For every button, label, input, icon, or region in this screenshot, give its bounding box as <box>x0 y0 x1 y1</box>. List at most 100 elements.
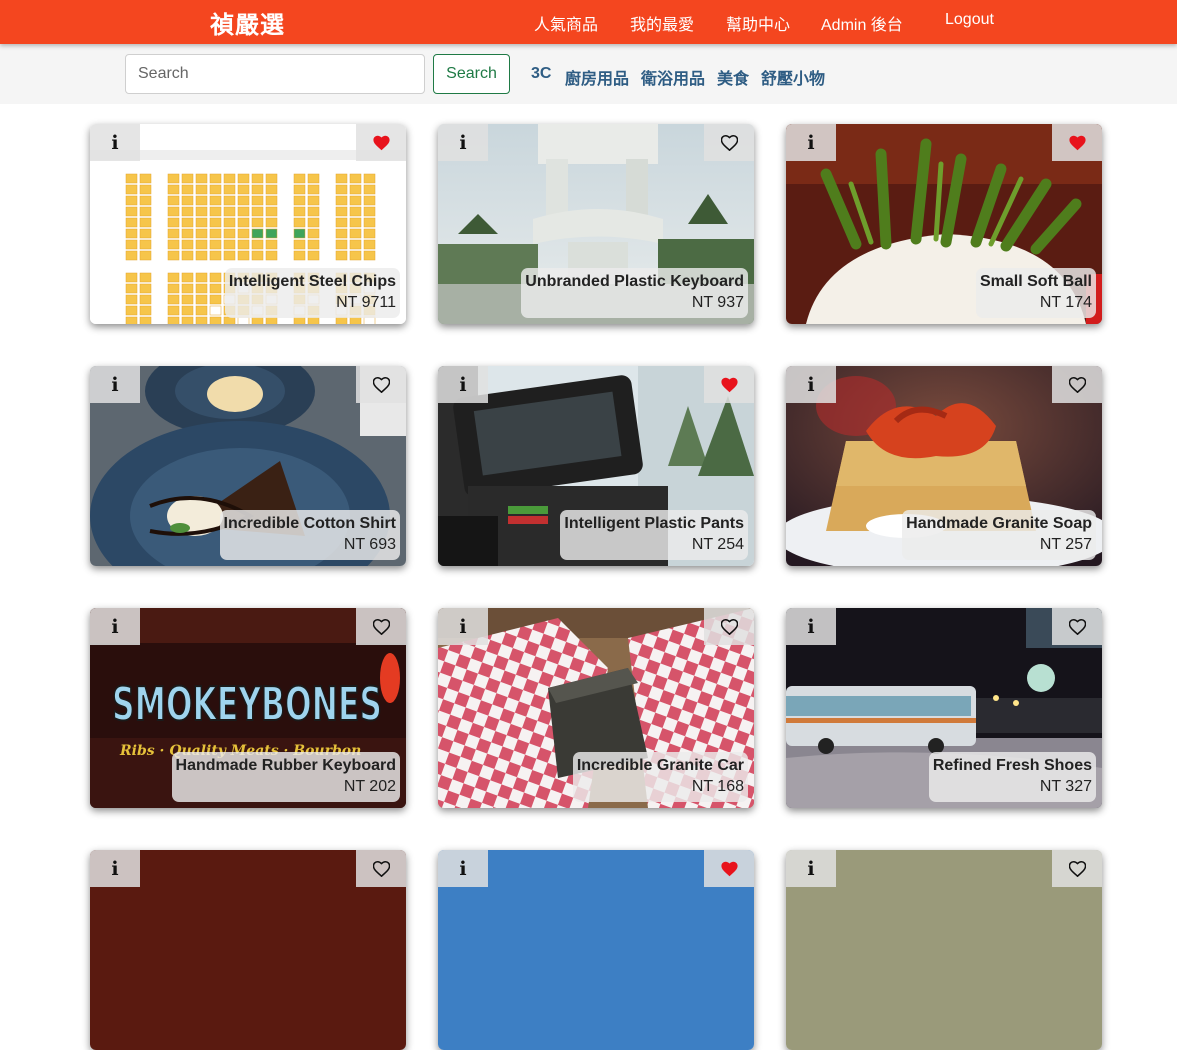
info-button[interactable]: i <box>90 124 140 161</box>
favorite-button[interactable] <box>704 366 754 403</box>
category-link-kitchen[interactable]: 廚房用品 <box>565 65 629 89</box>
seat-cell <box>335 228 348 239</box>
info-button[interactable]: i <box>786 124 836 161</box>
seat-cell <box>195 250 208 261</box>
product-card[interactable]: SMOKEYBONES Ribs · Quality Meats · Bourb… <box>90 608 406 808</box>
seat-cell <box>363 184 376 195</box>
seat-cell <box>209 206 222 217</box>
seat-cell <box>125 239 138 250</box>
favorite-button[interactable] <box>356 608 406 645</box>
search-input[interactable] <box>125 54 425 94</box>
favorite-button[interactable] <box>1052 124 1102 161</box>
seat-cell <box>349 316 362 324</box>
product-card[interactable]: i Incredible Granite Car NT 168 <box>438 608 754 808</box>
seat-cell <box>181 239 194 250</box>
product-card[interactable]: i Intelligent Plastic Pants NT 254 <box>438 366 754 566</box>
heart-filled-icon <box>1068 135 1086 150</box>
seat-cell <box>209 316 222 324</box>
seat-cell <box>139 206 152 217</box>
seat-cell <box>167 195 180 206</box>
seat-cell <box>363 206 376 217</box>
brand-logo[interactable]: 禎嚴選 <box>210 5 285 40</box>
info-button[interactable]: i <box>438 608 488 645</box>
seat-cell <box>307 173 320 184</box>
product-card[interactable]: i Refined Fresh Shoes NT 327 <box>786 608 1102 808</box>
seat-cell <box>363 195 376 206</box>
favorite-button[interactable] <box>356 366 406 403</box>
seat-cell <box>335 250 348 261</box>
top-navbar: 禎嚴選 人氣商品 我的最愛 幫助中心 Admin 後台 Logout <box>0 0 1177 44</box>
favorite-button[interactable] <box>1052 608 1102 645</box>
info-icon: i <box>459 857 467 880</box>
seat-cell <box>349 173 362 184</box>
heart-filled-icon <box>720 377 738 392</box>
info-button[interactable]: i <box>90 608 140 645</box>
nav-link-favorites[interactable]: 我的最愛 <box>630 11 694 35</box>
seat-cell <box>223 316 236 324</box>
seat-cell <box>125 184 138 195</box>
product-caption: Refined Fresh Shoes NT 327 <box>928 752 1096 802</box>
seat-cell <box>139 305 152 316</box>
product-card[interactable]: i <box>438 850 754 1050</box>
product-card[interactable]: i Handmade Granite Soap NT 257 <box>786 366 1102 566</box>
seat-cell <box>125 294 138 305</box>
product-price: NT 168 <box>691 778 744 795</box>
product-card[interactable]: i <box>90 850 406 1050</box>
favorite-button[interactable] <box>1052 850 1102 887</box>
category-link-food[interactable]: 美食 <box>717 65 749 89</box>
product-name: Intelligent Steel Chips <box>228 273 396 290</box>
info-button[interactable]: i <box>786 608 836 645</box>
info-button[interactable]: i <box>438 124 488 161</box>
category-link-relax[interactable]: 舒壓小物 <box>761 65 825 89</box>
category-link-3c[interactable]: 3C <box>531 65 551 83</box>
seat-cell <box>195 217 208 228</box>
product-card[interactable]: i <box>786 850 1102 1050</box>
info-button[interactable]: i <box>786 366 836 403</box>
info-button[interactable]: i <box>90 850 140 887</box>
seat-cell <box>265 195 278 206</box>
heart-outline-icon <box>1068 618 1086 635</box>
seat-cell <box>293 184 306 195</box>
seat-cell <box>195 228 208 239</box>
info-button[interactable]: i <box>786 850 836 887</box>
product-card[interactable]: i Small Soft Ball NT 174 <box>786 124 1102 324</box>
favorite-button[interactable] <box>704 608 754 645</box>
seat-cell <box>335 239 348 250</box>
search-button[interactable]: Search <box>433 54 510 94</box>
info-button[interactable]: i <box>438 850 488 887</box>
product-caption: Incredible Cotton Shirt NT 693 <box>219 510 400 560</box>
seat-cell <box>209 294 222 305</box>
seat-cell <box>363 250 376 261</box>
seat-cell <box>125 173 138 184</box>
category-link-bath[interactable]: 衛浴用品 <box>641 65 705 89</box>
favorite-button[interactable] <box>704 850 754 887</box>
seat-cell <box>139 283 152 294</box>
seat-cell <box>265 228 278 239</box>
seat-cell <box>265 316 278 324</box>
nav-link-admin[interactable]: Admin 後台 <box>821 11 903 35</box>
nav-link-logout[interactable]: Logout <box>945 11 994 29</box>
seat-cell <box>125 206 138 217</box>
product-card[interactable]: i Intelligent Steel Chips NT 9711 <box>90 124 406 324</box>
nav-link-popular[interactable]: 人氣商品 <box>534 11 598 35</box>
info-icon: i <box>111 131 119 154</box>
info-button[interactable]: i <box>438 366 488 403</box>
seat-cell <box>363 173 376 184</box>
info-button[interactable]: i <box>90 366 140 403</box>
seat-cell <box>125 228 138 239</box>
favorite-button[interactable] <box>356 124 406 161</box>
nav-link-help[interactable]: 幫助中心 <box>726 11 790 35</box>
seat-cell <box>181 250 194 261</box>
seat-cell <box>139 184 152 195</box>
product-price: NT 937 <box>691 294 744 311</box>
favorite-button[interactable] <box>704 124 754 161</box>
product-price: NT 202 <box>343 778 396 795</box>
favorite-button[interactable] <box>356 850 406 887</box>
seat-cell <box>195 239 208 250</box>
product-card[interactable]: i Unbranded Plastic Keyboard NT 937 <box>438 124 754 324</box>
favorite-button[interactable] <box>1052 366 1102 403</box>
seat-cell <box>195 305 208 316</box>
sign-text-main: SMOKEYBONES <box>112 677 382 731</box>
seat-cell <box>181 217 194 228</box>
product-card[interactable]: i Incredible Cotton Shirt NT 693 <box>90 366 406 566</box>
